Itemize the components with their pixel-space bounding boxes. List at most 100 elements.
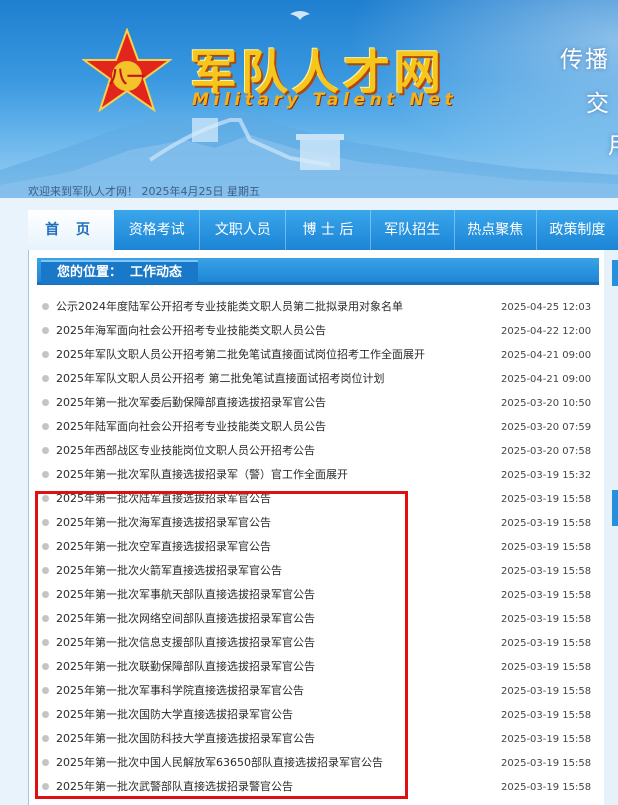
article-title-link[interactable]: 2025年第一批次信息支援部队直接选拔招录军官公告: [56, 631, 315, 655]
article-title-link[interactable]: 2025年第一批次军事航天部队直接选拔招录军官公告: [56, 583, 315, 607]
list-item[interactable]: 2025年海军面向社会公开招考专业技能类文职人员公告 2025-04-22 12:…: [39, 319, 595, 343]
breadcrumb-current[interactable]: 工作动态: [130, 265, 182, 280]
bullet-dot-icon: [42, 447, 49, 454]
article-date: 2025-04-21 09:00: [501, 374, 592, 385]
article-date: 2025-03-19 15:58: [501, 518, 592, 529]
list-item[interactable]: 2025年第一批次海军直接选拔招录军官公告 2025-03-19 15:58: [39, 511, 595, 535]
main-nav: 首 页 资格考试 文职人员 博 士 后 军队招生 热点聚焦 政策制度: [28, 210, 618, 250]
article-title-link[interactable]: 2025年第一批次武警部队直接选拔招录警官公告: [56, 775, 293, 799]
list-item[interactable]: 2025年第一批次国防大学直接选拔招录军官公告 2025-03-19 15:58: [39, 703, 595, 727]
list-item[interactable]: 2025年第一批次国防科技大学直接选拔招录军官公告 2025-03-19 15:5…: [39, 727, 595, 751]
article-date: 2025-03-19 15:58: [501, 758, 592, 769]
bullet-dot-icon: [42, 591, 49, 598]
breadcrumb-label: 您的位置： 工作动态: [41, 260, 199, 284]
article-title-link[interactable]: 2025年军队文职人员公开招考 第二批免笔试直接面试招考岗位计划: [56, 367, 385, 391]
article-date: 2025-03-19 15:58: [501, 590, 592, 601]
content-panel: 您的位置： 工作动态 公示2024年度陆军公开招考专业技能类文职人员第二批拟录用对…: [28, 250, 606, 805]
article-date: 2025-03-19 15:32: [501, 470, 592, 481]
article-title-link[interactable]: 2025年第一批次中国人民解放军63650部队直接选拔招录军官公告: [56, 751, 383, 775]
article-title-link[interactable]: 2025年第一批次国防科技大学直接选拔招录军官公告: [56, 727, 315, 751]
article-title-link[interactable]: 2025年第一批次网络空间部队直接选拔招录军官公告: [56, 607, 315, 631]
article-title-link[interactable]: 2025年陆军面向社会公开招考专业技能类文职人员公告: [56, 415, 326, 439]
list-item[interactable]: 2025年陆军面向社会公开招考专业技能类文职人员公告 2025-03-20 07:…: [39, 415, 595, 439]
article-date: 2025-03-19 15:58: [501, 686, 592, 697]
list-item[interactable]: 2025年第一批次空军直接选拔招录军官公告 2025-03-19 15:58: [39, 535, 595, 559]
article-title-link[interactable]: 2025年军队文职人员公开招考第二批免笔试直接面试岗位招考工作全面展开: [56, 343, 425, 367]
list-item[interactable]: 2025年第一批次军委后勤保障部直接选拔招录军官公告 2025-03-20 10:…: [39, 391, 595, 415]
article-date: 2025-03-19 15:58: [501, 638, 592, 649]
list-item[interactable]: 2025年第一批次武警部队直接选拔招录警官公告 2025-03-19 15:58: [39, 775, 595, 799]
bullet-dot-icon: [42, 615, 49, 622]
article-list: 公示2024年度陆军公开招考专业技能类文职人员第二批拟录用对象名单 2025-04…: [39, 295, 595, 799]
list-item[interactable]: 2025年西部战区专业技能岗位文职人员公开招考公告 2025-03-20 07:5…: [39, 439, 595, 463]
article-date: 2025-03-19 15:58: [501, 662, 592, 673]
article-title-link[interactable]: 2025年第一批次军委后勤保障部直接选拔招录军官公告: [56, 391, 326, 415]
article-date: 2025-04-25 12:03: [501, 302, 592, 313]
bullet-dot-icon: [42, 519, 49, 526]
article-date: 2025-03-20 07:59: [501, 422, 592, 433]
article-date: 2025-03-20 10:50: [501, 398, 592, 409]
bullet-dot-icon: [42, 687, 49, 694]
breadcrumb-prefix: 您的位置：: [57, 265, 123, 280]
nav-postdoc[interactable]: 博 士 后: [286, 210, 371, 250]
article-date: 2025-03-19 15:58: [501, 494, 592, 505]
side-tab[interactable]: [612, 260, 618, 286]
article-date: 2025-04-22 12:00: [501, 326, 592, 337]
article-title-link[interactable]: 2025年第一批次国防大学直接选拔招录军官公告: [56, 703, 293, 727]
list-item[interactable]: 2025年第一批次网络空间部队直接选拔招录军官公告 2025-03-19 15:5…: [39, 607, 595, 631]
right-side-strip: [604, 250, 618, 805]
bullet-dot-icon: [42, 303, 49, 310]
article-title-link[interactable]: 公示2024年度陆军公开招考专业技能类文职人员第二批拟录用对象名单: [56, 295, 403, 319]
bullet-dot-icon: [42, 639, 49, 646]
article-date: 2025-03-19 15:58: [501, 710, 592, 721]
bullet-dot-icon: [42, 399, 49, 406]
bullet-dot-icon: [42, 759, 49, 766]
article-title-link[interactable]: 2025年第一批次陆军直接选拔招录军官公告: [56, 487, 271, 511]
article-date: 2025-03-19 15:58: [501, 614, 592, 625]
list-item[interactable]: 2025年第一批次军队直接选拔招录军（警）官工作全面展开 2025-03-19 1…: [39, 463, 595, 487]
nav-home[interactable]: 首 页: [28, 210, 115, 250]
article-title-link[interactable]: 2025年第一批次军队直接选拔招录军（警）官工作全面展开: [56, 463, 348, 487]
article-title-link[interactable]: 2025年第一批次军事科学院直接选拔招录军官公告: [56, 679, 304, 703]
bullet-dot-icon: [42, 735, 49, 742]
nav-civilian-staff[interactable]: 文职人员: [200, 210, 287, 250]
nav-military-admissions[interactable]: 军队招生: [371, 210, 455, 250]
bullet-dot-icon: [42, 471, 49, 478]
list-item[interactable]: 2025年第一批次军事科学院直接选拔招录军官公告 2025-03-19 15:58: [39, 679, 595, 703]
nav-policy[interactable]: 政策制度: [537, 210, 618, 250]
list-item[interactable]: 2025年第一批次中国人民解放军63650部队直接选拔招录军官公告 2025-03…: [39, 751, 595, 775]
slogan-line-3: 用: [608, 126, 618, 160]
breadcrumb: 您的位置： 工作动态: [37, 258, 599, 285]
list-item[interactable]: 2025年第一批次火箭军直接选拔招录军官公告 2025-03-19 15:58: [39, 559, 595, 583]
article-date: 2025-04-21 09:00: [501, 350, 592, 361]
article-title-link[interactable]: 2025年第一批次火箭军直接选拔招录军官公告: [56, 559, 282, 583]
list-item[interactable]: 2025年军队文职人员公开招考 第二批免笔试直接面试招考岗位计划 2025-04-…: [39, 367, 595, 391]
article-date: 2025-03-19 15:58: [501, 542, 592, 553]
article-title-link[interactable]: 2025年第一批次空军直接选拔招录军官公告: [56, 535, 271, 559]
bullet-dot-icon: [42, 711, 49, 718]
article-title-link[interactable]: 2025年第一批次海军直接选拔招录军官公告: [56, 511, 271, 535]
bullet-dot-icon: [42, 663, 49, 670]
bullet-dot-icon: [42, 783, 49, 790]
article-date: 2025-03-19 15:58: [501, 782, 592, 793]
list-item[interactable]: 2025年军队文职人员公开招考第二批免笔试直接面试岗位招考工作全面展开 2025-…: [39, 343, 595, 367]
article-date: 2025-03-19 15:58: [501, 734, 592, 745]
list-item[interactable]: 2025年第一批次军事航天部队直接选拔招录军官公告 2025-03-19 15:5…: [39, 583, 595, 607]
bullet-dot-icon: [42, 567, 49, 574]
list-item[interactable]: 2025年第一批次信息支援部队直接选拔招录军官公告 2025-03-19 15:5…: [39, 631, 595, 655]
list-item[interactable]: 2025年第一批次联勤保障部队直接选拔招录军官公告 2025-03-19 15:5…: [39, 655, 595, 679]
article-date: 2025-03-19 15:58: [501, 566, 592, 577]
nav-qualification-exam[interactable]: 资格考试: [114, 210, 201, 250]
nav-hot-topics[interactable]: 热点聚焦: [455, 210, 537, 250]
side-tab[interactable]: [612, 490, 618, 526]
article-title-link[interactable]: 2025年海军面向社会公开招考专业技能类文职人员公告: [56, 319, 326, 343]
bullet-dot-icon: [42, 327, 49, 334]
slogan-line-1: 传播: [560, 47, 610, 73]
list-item[interactable]: 公示2024年度陆军公开招考专业技能类文职人员第二批拟录用对象名单 2025-04…: [39, 295, 595, 319]
welcome-date-text: 欢迎来到军队人才网！ 2025年4月25日 星期五: [28, 185, 260, 198]
bullet-dot-icon: [42, 375, 49, 382]
article-date: 2025-03-20 07:58: [501, 446, 592, 457]
article-title-link[interactable]: 2025年西部战区专业技能岗位文职人员公开招考公告: [56, 439, 315, 463]
list-item[interactable]: 2025年第一批次陆军直接选拔招录军官公告 2025-03-19 15:58: [39, 487, 595, 511]
article-title-link[interactable]: 2025年第一批次联勤保障部队直接选拔招录军官公告: [56, 655, 315, 679]
